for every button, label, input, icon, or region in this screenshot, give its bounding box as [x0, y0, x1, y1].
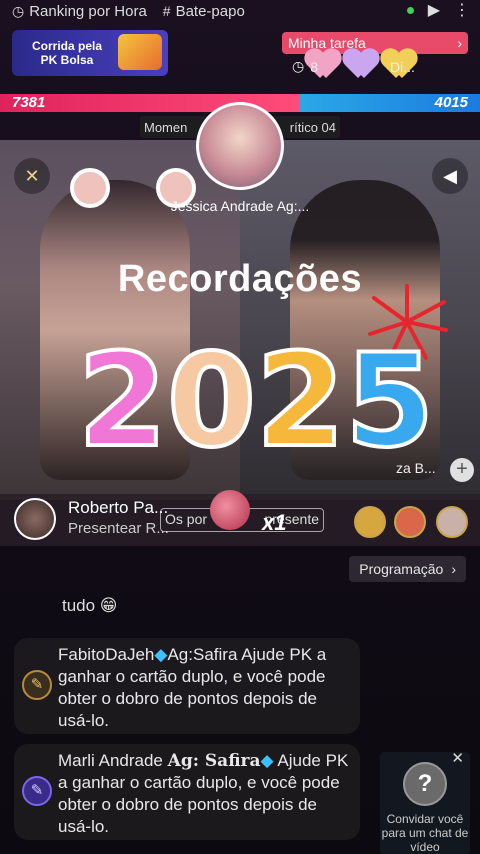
moment-right: rítico 04 — [289, 119, 336, 135]
clock-icon: ◷ — [12, 2, 25, 19]
hash-icon: # — [162, 3, 171, 19]
live-room-screen: ◷ Ranking por Hora # Bate-papo ▶ ⋮ Corri… — [0, 0, 480, 854]
year-digit: 2 — [76, 325, 169, 478]
question-icon: ? — [403, 762, 447, 806]
swords-icon[interactable]: ✕ — [14, 158, 50, 194]
tab-ranking[interactable]: ◷ Ranking por Hora — [12, 3, 147, 20]
gift-hint-text: Os por — [165, 511, 208, 527]
moment-left: Momen — [144, 119, 188, 135]
invite-label: Convidar você para um chat de vídeo — [381, 812, 469, 854]
speaker-icon[interactable]: ◀ — [432, 158, 468, 194]
timer-prefix: 8 — [310, 58, 319, 75]
top-bar: ◷ Ranking por Hora # Bate-papo ▶ ⋮ — [0, 0, 480, 22]
online-dot — [406, 6, 414, 14]
chat-badge: Ag: Safira — [167, 751, 261, 771]
diamond-icon: ◆ — [260, 751, 274, 770]
sender-name: Roberto Pa... — [68, 498, 169, 517]
chevron-right-icon: › — [457, 35, 462, 51]
host-name: Jessica Andrade Ag:... — [170, 198, 310, 214]
tab-ranking-label: Ranking por Hora — [29, 2, 147, 20]
diamond-icon: ◆ — [154, 645, 168, 664]
close-icon[interactable]: ✕ — [451, 751, 464, 766]
more-icon[interactable]: ⋮ — [454, 0, 470, 20]
timer-icon: ◷ — [292, 58, 305, 74]
gift-action: Presentear R... — [68, 520, 169, 537]
level-badge-icon: ✎ — [22, 670, 52, 700]
video-icon[interactable]: ▶ — [428, 0, 440, 20]
pk-banner-label: Corrida pela PK Bolsa — [31, 39, 103, 67]
chat-message: ✎ Marli Andrade Ag: Safira◆ Ajude PK a g… — [14, 744, 360, 840]
top-gifter-avatar[interactable] — [354, 506, 386, 538]
top-gifter-avatar[interactable] — [394, 506, 426, 538]
year-digit: 0 — [165, 325, 258, 478]
gift-multiplier: x1 — [262, 510, 287, 535]
host-avatar[interactable] — [196, 102, 284, 190]
video-chat-invite[interactable]: ✕ ? Convidar você para um chat de vídeo — [380, 751, 470, 854]
timer-suffix: Di... — [390, 58, 415, 75]
blue-team-score: 4015 — [300, 94, 480, 112]
chat-message: ✎ FabitoDaJeh◆Ag:Safira Ajude PK a ganha… — [14, 638, 360, 734]
top-right-controls: ▶ ⋮ — [406, 0, 470, 20]
sender-avatar[interactable] — [14, 498, 56, 540]
chevron-right-icon: › — [451, 561, 456, 577]
chat-badge: Ag:Safira — [167, 645, 238, 664]
chat-user: Marli Andrade — [58, 751, 163, 770]
pk-race-banner[interactable]: Corrida pela PK Bolsa — [12, 30, 168, 76]
year-digit: 2 — [254, 325, 347, 478]
task-timer: ◷ 8 Di... — [292, 58, 415, 75]
rose-gift-icon[interactable] — [210, 490, 250, 530]
level-badge-icon: ✎ — [22, 776, 52, 806]
chat-message: tudo 😁 — [62, 596, 118, 615]
year-graphic: 2 0 2 5 — [66, 325, 446, 478]
program-label: Programação — [359, 561, 444, 577]
program-button[interactable]: Programação › — [349, 556, 466, 582]
chat-user: FabitoDaJeh — [58, 645, 155, 664]
year-digit: 5 — [343, 325, 436, 478]
pk-bag-icon — [118, 34, 162, 70]
tab-chat[interactable]: # Bate-papo — [163, 3, 245, 20]
follow-plus-button[interactable]: + — [450, 458, 474, 482]
tab-chat-label: Bate-papo — [175, 2, 245, 20]
top-gifter-avatar[interactable] — [436, 506, 468, 538]
